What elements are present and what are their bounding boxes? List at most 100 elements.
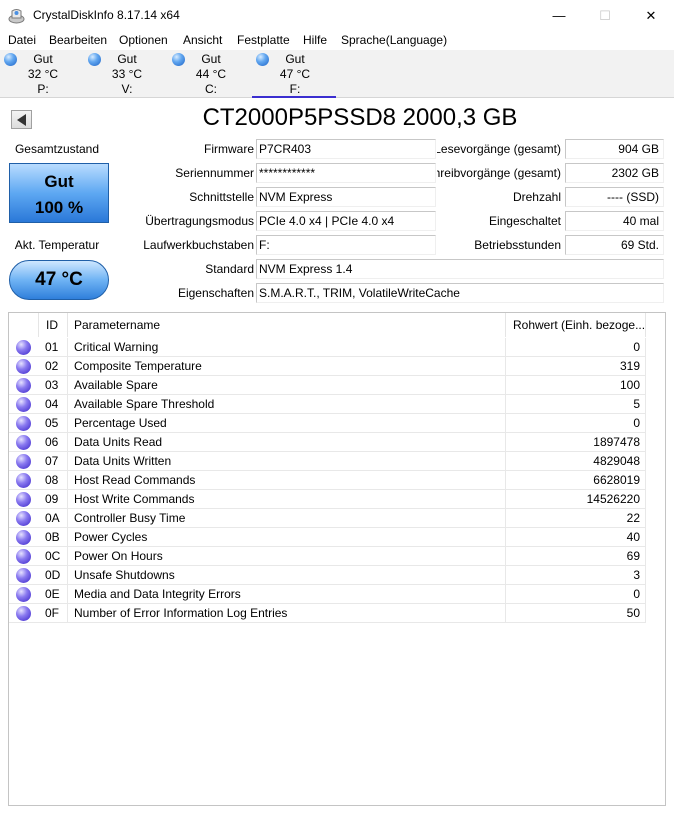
column-divider xyxy=(645,452,646,471)
row-id: 0C xyxy=(45,549,61,563)
column-divider xyxy=(67,395,68,414)
row-raw: 4829048 xyxy=(593,454,640,468)
status-good-icon xyxy=(16,606,31,621)
row-name: Media and Data Integrity Errors xyxy=(74,587,241,601)
minimize-button[interactable]: — xyxy=(536,0,582,31)
temperature-button[interactable]: 47 °C xyxy=(9,260,109,300)
table-row[interactable]: 07 Data Units Written 4829048 xyxy=(9,452,646,471)
table-row[interactable]: 08 Host Read Commands 6628019 xyxy=(9,471,646,490)
column-divider xyxy=(505,566,506,585)
power-hours-field: 69 Std. xyxy=(565,235,664,255)
row-raw: 22 xyxy=(626,511,640,525)
drive-tab-v[interactable]: Gut 33 °C V: xyxy=(84,50,168,98)
table-row[interactable]: 0A Controller Busy Time 22 xyxy=(9,509,646,528)
drive-tab-p[interactable]: Gut 32 °C P: xyxy=(0,50,84,98)
table-row[interactable]: 0B Power Cycles 40 xyxy=(9,528,646,547)
menu-optionen[interactable]: Optionen xyxy=(119,33,168,47)
firmware-label: Firmware xyxy=(204,142,254,156)
table-row[interactable]: 0C Power On Hours 69 xyxy=(9,547,646,566)
menu-bearbeiten[interactable]: Bearbeiten xyxy=(49,33,107,47)
row-raw: 0 xyxy=(633,416,640,430)
column-divider xyxy=(505,395,506,414)
table-row[interactable]: 02 Composite Temperature 319 xyxy=(9,357,646,376)
drive-status: Gut xyxy=(33,52,53,66)
drive-status-icon xyxy=(256,53,269,66)
menu-festplatte[interactable]: Festplatte xyxy=(237,33,290,47)
row-name: Available Spare xyxy=(74,378,158,392)
column-divider xyxy=(505,376,506,395)
row-raw: 40 xyxy=(626,530,640,544)
table-row[interactable]: 0D Unsafe Shutdowns 3 xyxy=(9,566,646,585)
minimize-icon: — xyxy=(552,8,566,23)
column-divider xyxy=(67,433,68,452)
smart-attributes-table[interactable]: ID Parametername Rohwert (Einh. bezoge..… xyxy=(8,312,666,806)
row-name: Available Spare Threshold xyxy=(74,397,215,411)
status-good-icon xyxy=(16,416,31,431)
temperature-label: Akt. Temperatur xyxy=(14,238,100,252)
table-row[interactable]: 01 Critical Warning 0 xyxy=(9,338,646,357)
table-row[interactable]: 06 Data Units Read 1897478 xyxy=(9,433,646,452)
column-divider xyxy=(645,376,646,395)
table-row[interactable]: 0E Media and Data Integrity Errors 0 xyxy=(9,585,646,604)
table-row[interactable]: 04 Available Spare Threshold 5 xyxy=(9,395,646,414)
column-divider xyxy=(67,509,68,528)
table-row[interactable]: 05 Percentage Used 0 xyxy=(9,414,646,433)
row-id: 02 xyxy=(45,359,59,373)
row-name: Data Units Written xyxy=(74,454,172,468)
arrow-left-icon xyxy=(17,113,26,126)
writes-label-text: Schreibvorgänge (gesamt) xyxy=(437,166,561,180)
menu-ansicht[interactable]: Ansicht xyxy=(183,33,222,47)
row-id: 07 xyxy=(45,454,59,468)
drive-letter: C: xyxy=(205,82,217,96)
previous-drive-button[interactable] xyxy=(11,110,32,129)
row-id: 06 xyxy=(45,435,59,449)
column-divider xyxy=(67,490,68,509)
column-divider xyxy=(645,585,646,604)
crystaldiskinfo-app-icon xyxy=(8,9,25,24)
menu-sprache[interactable]: Sprache(Language) xyxy=(341,33,447,47)
table-row[interactable]: 09 Host Write Commands 14526220 xyxy=(9,490,646,509)
row-raw: 5 xyxy=(633,397,640,411)
drive-tab-c[interactable]: Gut 44 °C C: xyxy=(168,50,252,98)
drive-selector-bar: Gut 32 °C P: Gut 33 °C V: Gut 44 °C C: G… xyxy=(0,50,674,98)
header-raw-value[interactable]: Rohwert (Einh. bezoge... xyxy=(506,313,646,337)
row-id: 0D xyxy=(45,568,61,582)
reads-field: 904 GB xyxy=(565,139,664,159)
row-id: 08 xyxy=(45,473,59,487)
status-good-icon xyxy=(16,340,31,355)
column-divider xyxy=(67,452,68,471)
column-divider xyxy=(67,357,68,376)
transfer-mode-field: PCIe 4.0 x4 | PCIe 4.0 x4 xyxy=(256,211,436,231)
header-parameter-name[interactable]: Parametername xyxy=(68,313,506,337)
column-divider xyxy=(645,509,646,528)
row-raw: 1897478 xyxy=(593,435,640,449)
close-button[interactable]: ✕ xyxy=(628,0,674,31)
menu-hilfe[interactable]: Hilfe xyxy=(303,33,327,47)
table-row[interactable]: 0F Number of Error Information Log Entri… xyxy=(9,604,646,623)
menu-datei[interactable]: Datei xyxy=(8,33,36,47)
serial-label: Seriennummer xyxy=(175,166,254,180)
table-row[interactable]: 03 Available Spare 100 xyxy=(9,376,646,395)
status-good-icon xyxy=(16,473,31,488)
header-status[interactable] xyxy=(9,313,39,337)
header-id[interactable]: ID xyxy=(39,313,68,337)
column-divider xyxy=(645,471,646,490)
row-id: 05 xyxy=(45,416,59,430)
drive-tab-f[interactable]: Gut 47 °C F: xyxy=(252,50,336,98)
drive-status: Gut xyxy=(285,52,305,66)
maximize-button[interactable]: ☐ xyxy=(582,0,628,31)
column-divider xyxy=(67,604,68,623)
column-divider xyxy=(645,338,646,357)
column-divider xyxy=(645,604,646,623)
firmware-field: P7CR403 xyxy=(256,139,436,159)
drive-status: Gut xyxy=(117,52,137,66)
status-good-icon xyxy=(16,549,31,564)
row-raw: 100 xyxy=(619,378,640,392)
drive-temp: 33 °C xyxy=(111,67,143,81)
health-status-button[interactable]: Gut 100 % xyxy=(9,163,109,223)
status-good-icon xyxy=(16,492,31,507)
column-divider xyxy=(645,357,646,376)
row-id: 0B xyxy=(45,530,60,544)
row-id: 03 xyxy=(45,378,59,392)
drive-status: Gut xyxy=(201,52,221,66)
